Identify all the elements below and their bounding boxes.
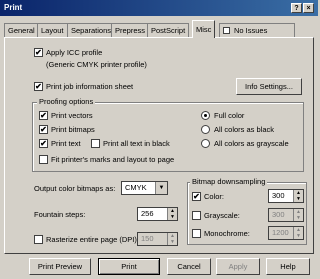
output-value: CMYK <box>125 183 147 192</box>
rasterize-input[interactable]: 150 ▲ ▼ <box>137 232 178 246</box>
fit-marks-checkbox[interactable] <box>39 155 48 164</box>
grayscale-dpi-value: 300 <box>272 210 285 219</box>
job-sheet-label: Print job information sheet <box>46 82 134 91</box>
grayscale-downsample-label: Grayscale: <box>204 211 240 220</box>
output-select[interactable]: CMYK ▼ <box>121 181 168 195</box>
icc-profile-name: (Generic CMYK printer profile) <box>46 60 147 69</box>
grayscale-dpi-spinner[interactable]: ▲ ▼ <box>293 209 303 221</box>
grayscale-dpi-input[interactable]: 300 ▲ ▼ <box>268 208 304 222</box>
grayscale-downsample-checkbox[interactable] <box>192 211 201 220</box>
print-text-label: Print text <box>51 139 81 148</box>
chevron-down-icon[interactable]: ▼ <box>155 182 167 194</box>
tab-separations[interactable]: Separations <box>67 23 116 37</box>
full-color-label: Full color <box>214 111 245 120</box>
cancel-button[interactable]: Cancel <box>167 258 211 275</box>
mono-downsample-checkbox[interactable] <box>192 229 201 238</box>
tab-no-issues[interactable]: No Issues <box>219 23 295 37</box>
rasterize-spinner[interactable]: ▲ ▼ <box>167 233 177 245</box>
help-title-button[interactable]: ? <box>291 3 302 13</box>
all-grayscale-radio[interactable] <box>201 139 210 148</box>
color-downsample-checkbox[interactable]: ✔ <box>192 192 201 201</box>
all-text-black-label: Print all text in black <box>103 139 170 148</box>
apply-button[interactable]: Apply <box>216 258 260 275</box>
title-bar: Print ? × <box>0 0 318 16</box>
tab-prepress[interactable]: Prepress <box>111 23 150 37</box>
fountain-label: Fountain steps: <box>34 210 86 219</box>
print-vectors-checkbox[interactable]: ✔ <box>39 111 48 120</box>
all-grayscale-label: All colors as grayscale <box>214 139 289 148</box>
fountain-value: 256 <box>141 209 154 218</box>
color-dpi-input[interactable]: 300 ▲ ▼ <box>268 189 304 203</box>
color-dpi-value: 300 <box>272 191 285 200</box>
info-settings-button[interactable]: Info Settings... <box>236 78 302 95</box>
rasterize-checkbox[interactable] <box>34 235 43 244</box>
tab-general[interactable]: General <box>4 23 39 37</box>
print-bitmaps-label: Print bitmaps <box>51 125 95 134</box>
icc-label: Apply ICC profile <box>46 48 103 57</box>
rasterize-value: 150 <box>141 234 154 243</box>
mono-dpi-input[interactable]: 1200 ▲ ▼ <box>268 226 304 240</box>
print-text-checkbox[interactable]: ✔ <box>39 139 48 148</box>
fit-marks-label: Fit printer's marks and layout to page <box>51 155 175 164</box>
color-dpi-spinner[interactable]: ▲ ▼ <box>293 190 303 202</box>
tab-no-issues-label: No Issues <box>234 26 268 35</box>
fountain-input[interactable]: 256 ▲ ▼ <box>137 207 178 221</box>
rasterize-label: Rasterize entire page (DPI): <box>46 235 139 244</box>
mono-downsample-label: Monochrome: <box>204 229 250 238</box>
color-downsample-label: Color: <box>204 192 225 201</box>
close-icon[interactable]: × <box>303 3 314 13</box>
icc-checkbox[interactable]: ✔ <box>34 48 43 57</box>
tab-layout[interactable]: Layout <box>37 23 68 37</box>
all-black-radio[interactable] <box>201 125 210 134</box>
tab-misc[interactable]: Misc <box>192 20 216 38</box>
downsampling-title: Bitmap downsampling <box>190 177 268 186</box>
fountain-spinner[interactable]: ▲ ▼ <box>167 208 177 220</box>
mono-dpi-spinner[interactable]: ▲ ▼ <box>293 227 303 239</box>
all-black-label: All colors as black <box>214 125 275 134</box>
print-vectors-label: Print vectors <box>51 111 93 120</box>
mono-dpi-value: 1200 <box>272 228 289 237</box>
output-label: Output color bitmaps as: <box>34 184 116 193</box>
help-button[interactable]: Help <box>266 258 310 275</box>
proofing-title: Proofing options <box>37 97 96 106</box>
window-title: Print <box>4 3 23 12</box>
full-color-radio[interactable] <box>201 111 210 120</box>
all-text-black-checkbox[interactable] <box>91 139 100 148</box>
print-bitmaps-checkbox[interactable]: ✔ <box>39 125 48 134</box>
print-preview-button[interactable]: Print Preview <box>29 258 91 275</box>
issues-icon <box>223 27 230 34</box>
job-sheet-checkbox[interactable]: ✔ <box>34 82 43 91</box>
print-button[interactable]: Print <box>98 258 160 275</box>
tab-postscript[interactable]: PostScript <box>147 23 190 37</box>
